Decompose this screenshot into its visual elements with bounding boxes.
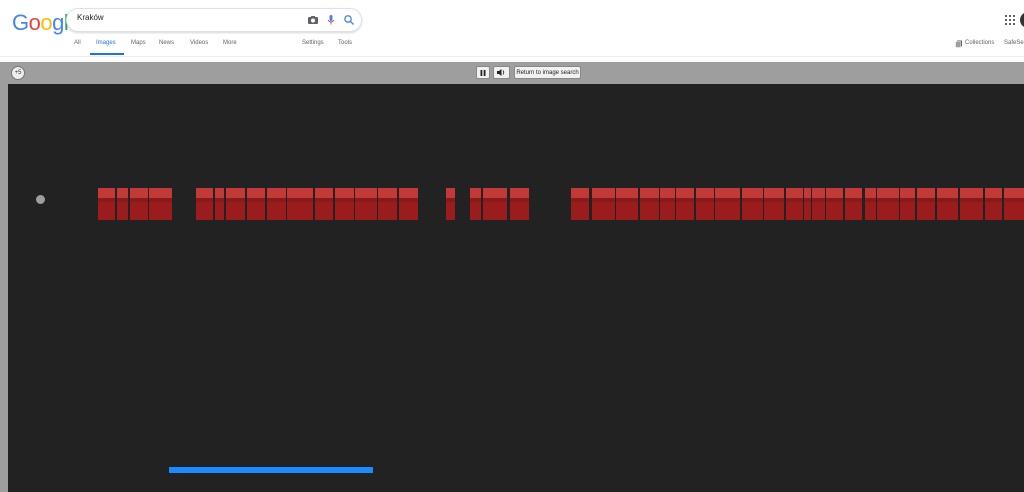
sound-button[interactable]	[493, 66, 510, 79]
pause-button[interactable]	[476, 66, 490, 79]
tab-videos[interactable]: Videos	[190, 40, 208, 46]
search-box[interactable]: Kraków	[66, 8, 362, 32]
speaker-icon	[497, 69, 505, 76]
brick	[470, 188, 481, 220]
collections-link[interactable]: Collections	[965, 40, 994, 46]
tab-all[interactable]: All	[74, 40, 81, 46]
brick	[616, 188, 638, 220]
brick	[715, 188, 740, 220]
brick	[877, 188, 899, 220]
brick	[804, 188, 811, 220]
brick	[335, 188, 354, 220]
tab-settings[interactable]: Settings	[302, 40, 324, 46]
ball	[36, 195, 45, 204]
brick	[399, 188, 418, 220]
brick	[937, 188, 958, 220]
tab-more[interactable]: More	[223, 40, 237, 46]
brick	[1004, 188, 1024, 220]
header-divider	[0, 56, 1024, 57]
brick	[826, 188, 843, 220]
brick	[446, 188, 455, 220]
collections-icon	[955, 40, 962, 48]
brick	[786, 188, 803, 220]
brick	[917, 188, 935, 220]
search-input[interactable]: Kraków	[77, 13, 104, 22]
tab-maps[interactable]: Maps	[131, 40, 146, 46]
return-to-image-search-button[interactable]: Return to image search	[514, 66, 581, 79]
brick	[215, 188, 224, 220]
brick	[764, 188, 784, 220]
tab-tools[interactable]: Tools	[338, 40, 352, 46]
lives-counter: +5	[11, 66, 25, 80]
brick	[247, 188, 265, 220]
tab-news[interactable]: News	[159, 40, 174, 46]
game-toolbar: +5 Return to image search	[0, 62, 1024, 84]
brick	[845, 188, 862, 220]
brick	[130, 188, 148, 220]
apps-grid-icon[interactable]	[1005, 15, 1015, 25]
pause-icon	[480, 69, 486, 76]
brick	[196, 188, 213, 220]
brick	[149, 188, 172, 220]
paddle[interactable]	[169, 467, 373, 473]
brick	[985, 188, 1002, 220]
active-tab-indicator	[90, 53, 124, 55]
brick	[592, 188, 615, 220]
brick-wall	[98, 188, 1024, 220]
brick	[900, 188, 915, 220]
search-icon[interactable]	[343, 14, 355, 26]
brick	[98, 188, 115, 220]
brick	[865, 188, 876, 220]
brick	[640, 188, 659, 220]
brick	[510, 188, 529, 220]
brick	[315, 188, 333, 220]
brick	[226, 188, 245, 220]
brick	[696, 188, 714, 220]
breakout-game: +5 Return to image search	[0, 62, 1024, 492]
brick	[571, 188, 589, 220]
brick	[267, 188, 286, 220]
brick	[676, 188, 694, 220]
brick	[117, 188, 128, 220]
account-avatar[interactable]	[1020, 12, 1024, 28]
mic-icon[interactable]	[325, 14, 337, 26]
camera-icon[interactable]	[307, 14, 319, 26]
brick	[287, 188, 313, 220]
brick	[660, 188, 675, 220]
brick	[483, 188, 507, 220]
safesearch-link[interactable]: SafeSe	[1004, 40, 1024, 46]
brick	[355, 188, 377, 220]
brick	[812, 188, 825, 220]
brick	[742, 188, 763, 220]
tab-images[interactable]: Images	[96, 40, 116, 46]
playfield[interactable]	[8, 84, 1024, 492]
brick	[960, 188, 983, 220]
brick	[378, 188, 397, 220]
